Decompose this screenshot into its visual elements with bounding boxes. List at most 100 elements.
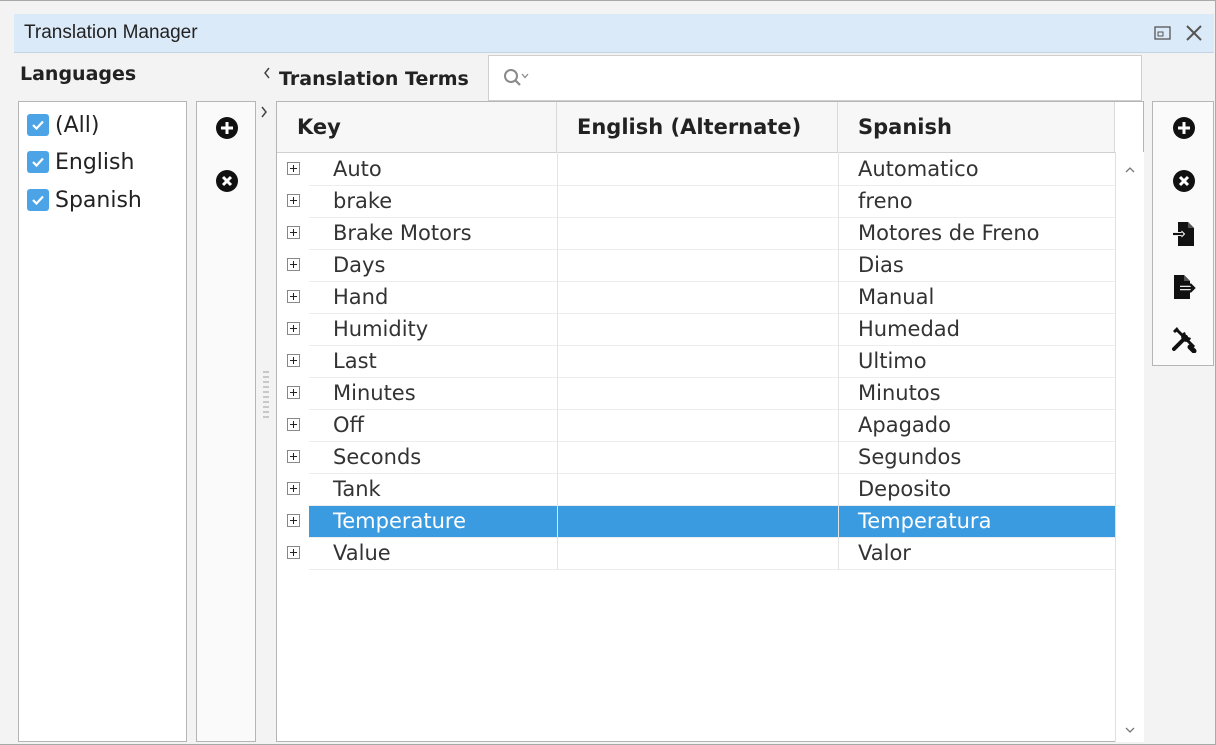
language-actions-strip [196, 101, 256, 742]
window-title: Translation Manager [24, 22, 198, 43]
language-label: Spanish [55, 187, 142, 213]
table-header: Key English (Alternate) Spanish [277, 102, 1115, 153]
expand-row-icon[interactable] [287, 258, 300, 271]
search-input[interactable] [488, 55, 1142, 101]
cell-key[interactable]: Off [333, 410, 364, 442]
term-actions-strip [1152, 101, 1214, 366]
column-header-spanish[interactable]: Spanish [838, 102, 1115, 152]
table-row[interactable]: brake freno [277, 186, 1115, 218]
remove-language-button[interactable] [212, 166, 242, 196]
title-bar: Translation Manager [14, 14, 1214, 53]
translation-manager-window: Translation Manager Languages (All) Engl… [0, 0, 1216, 745]
cell-key[interactable]: Temperature [333, 506, 466, 538]
remove-term-button[interactable] [1169, 166, 1199, 196]
checkbox-checked-icon[interactable] [27, 151, 49, 173]
import-button[interactable] [1169, 219, 1199, 249]
cell-spanish[interactable]: Apagado [858, 410, 951, 442]
language-label: (All) [55, 112, 100, 138]
expand-row-icon[interactable] [287, 514, 300, 527]
add-term-button[interactable] [1169, 113, 1199, 143]
cell-spanish[interactable]: Minutos [858, 378, 941, 410]
table-row[interactable]: Days Dias [277, 250, 1115, 282]
language-label: English [55, 149, 135, 175]
table-row[interactable]: Temperature Temperatura [277, 506, 1115, 538]
expand-row-icon[interactable] [287, 482, 300, 495]
export-button[interactable] [1169, 272, 1199, 302]
table-row[interactable]: Off Apagado [277, 410, 1115, 442]
cell-key[interactable]: Seconds [333, 442, 421, 474]
cell-key[interactable]: Value [333, 538, 391, 570]
expand-row-icon[interactable] [287, 290, 300, 303]
restore-window-icon[interactable] [1154, 25, 1172, 45]
expand-row-icon[interactable] [287, 322, 300, 335]
column-divider [838, 152, 839, 570]
language-item-spanish[interactable]: Spanish [27, 185, 142, 215]
tools-icon [1172, 327, 1197, 353]
cell-spanish[interactable]: Dias [858, 250, 904, 282]
cell-spanish[interactable]: Deposito [858, 474, 951, 506]
collapse-left-icon[interactable] [262, 65, 272, 84]
cell-key[interactable]: Last [333, 346, 377, 378]
table-row[interactable]: Value Valor [277, 538, 1115, 570]
expand-row-icon[interactable] [287, 546, 300, 559]
expand-row-icon[interactable] [287, 386, 300, 399]
add-circle-icon [1173, 117, 1195, 139]
cell-spanish[interactable]: freno [858, 186, 913, 218]
table-row[interactable]: Auto Automatico [277, 154, 1115, 186]
expand-right-icon[interactable] [259, 104, 269, 123]
remove-circle-icon [1173, 170, 1195, 192]
close-icon[interactable] [1184, 23, 1204, 47]
translation-terms-table: Key English (Alternate) Spanish Auto Auto… [276, 101, 1144, 742]
table-row[interactable]: Minutes Minutos [277, 378, 1115, 410]
column-header-key[interactable]: Key [277, 102, 557, 152]
table-row[interactable]: Tank Deposito [277, 474, 1115, 506]
cell-spanish[interactable]: Segundos [858, 442, 961, 474]
splitter-grip-icon[interactable] [263, 371, 269, 425]
table-row[interactable]: Hand Manual [277, 282, 1115, 314]
expand-row-icon[interactable] [287, 450, 300, 463]
languages-list: (All) English Spanish [18, 101, 187, 742]
cell-key[interactable]: Hand [333, 282, 388, 314]
checkbox-checked-icon[interactable] [27, 114, 49, 136]
cell-key[interactable]: Auto [333, 154, 382, 186]
cell-spanish[interactable]: Ultimo [858, 346, 927, 378]
column-divider [557, 152, 558, 570]
cell-key[interactable]: Tank [333, 474, 381, 506]
cell-key[interactable]: Minutes [333, 378, 416, 410]
cell-spanish[interactable]: Motores de Freno [858, 218, 1039, 250]
table-row[interactable]: Humidity Humedad [277, 314, 1115, 346]
language-item-english[interactable]: English [27, 147, 134, 177]
table-row[interactable]: Brake Motors Motores de Freno [277, 218, 1115, 250]
expand-row-icon[interactable] [287, 226, 300, 239]
column-header-english-alternate[interactable]: English (Alternate) [557, 102, 838, 152]
export-icon [1174, 275, 1196, 299]
table-row[interactable]: Last Ultimo [277, 346, 1115, 378]
cell-spanish[interactable]: Valor [858, 538, 911, 570]
remove-circle-icon [216, 170, 238, 192]
add-language-button[interactable] [212, 113, 242, 143]
vertical-scrollbar[interactable] [1115, 152, 1144, 742]
checkbox-checked-icon[interactable] [27, 189, 49, 211]
cell-key[interactable]: Humidity [333, 314, 428, 346]
scroll-up-icon[interactable] [1124, 160, 1136, 179]
cell-spanish[interactable]: Automatico [858, 154, 979, 186]
cell-spanish[interactable]: Manual [858, 282, 934, 314]
language-item-all[interactable]: (All) [27, 110, 99, 140]
table-row[interactable]: Seconds Segundos [277, 442, 1115, 474]
expand-row-icon[interactable] [287, 194, 300, 207]
languages-label: Languages [20, 63, 137, 85]
scroll-down-icon[interactable] [1124, 720, 1136, 739]
cell-key[interactable]: Days [333, 250, 385, 282]
cell-spanish[interactable]: Humedad [858, 314, 960, 346]
search-dropdown-icon[interactable] [503, 68, 529, 94]
import-icon [1173, 222, 1194, 246]
cell-key[interactable]: brake [333, 186, 392, 218]
expand-row-icon[interactable] [287, 162, 300, 175]
cell-spanish[interactable]: Temperatura [858, 506, 991, 538]
settings-tools-button[interactable] [1169, 324, 1199, 354]
expand-row-icon[interactable] [287, 418, 300, 431]
cell-key[interactable]: Brake Motors [333, 218, 472, 250]
add-circle-icon [216, 117, 238, 139]
expand-row-icon[interactable] [287, 354, 300, 367]
translation-terms-label: Translation Terms [279, 68, 469, 90]
